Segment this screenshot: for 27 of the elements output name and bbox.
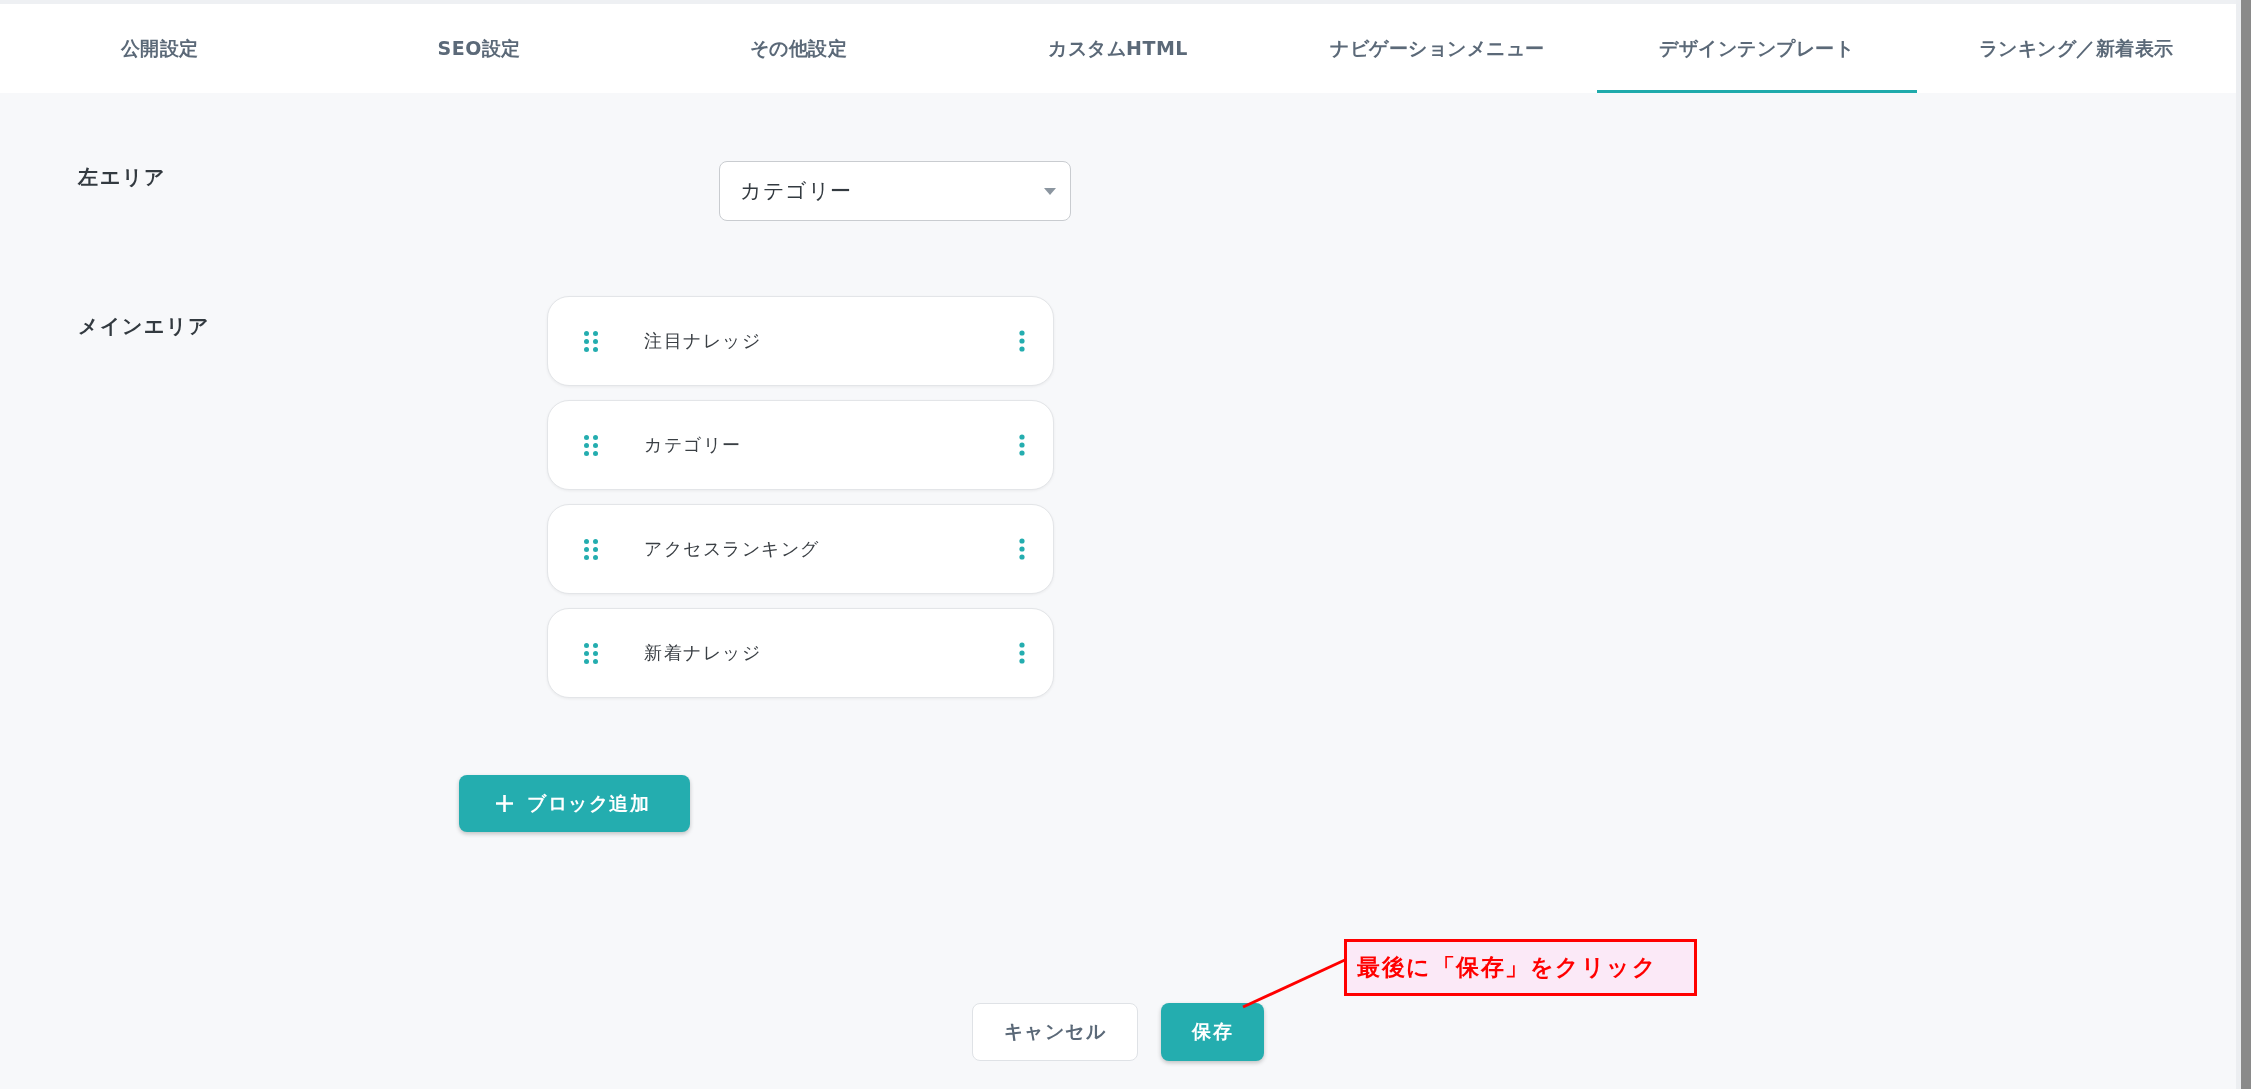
plus-icon xyxy=(496,795,513,812)
more-options-icon[interactable] xyxy=(1019,642,1025,664)
tab[interactable]: ナビゲーションメニュー xyxy=(1277,4,1598,93)
tab[interactable]: デザインテンプレート xyxy=(1597,4,1917,93)
caret-icon xyxy=(1044,187,1056,195)
more-options-icon[interactable] xyxy=(1019,330,1025,352)
field-label: メインエリア xyxy=(78,313,210,339)
tab[interactable]: SEO設定 xyxy=(319,4,639,93)
drag-handle-icon[interactable] xyxy=(584,434,598,456)
tab[interactable]: カスタムHTML xyxy=(958,4,1278,93)
callout-note: 最後に「保存」をクリック xyxy=(1344,939,1697,996)
select-field[interactable]: カテゴリー xyxy=(719,161,1071,221)
tab[interactable]: ランキング／新着表示 xyxy=(1916,4,2236,93)
block-title: アクセスランキング xyxy=(644,537,821,561)
drag-handle-icon[interactable] xyxy=(584,538,598,560)
tab[interactable]: その他設定 xyxy=(638,4,959,93)
drag-handle-icon[interactable] xyxy=(584,642,598,664)
block-title: 新着ナレッジ xyxy=(644,641,762,665)
cancel-button[interactable]: キャンセル xyxy=(972,1003,1138,1061)
more-options-icon[interactable] xyxy=(1019,434,1025,456)
block-title: 注目ナレッジ xyxy=(644,329,762,353)
tab[interactable]: 公開設定 xyxy=(0,4,320,93)
more-options-icon[interactable] xyxy=(1019,538,1025,560)
field-label: 左エリア xyxy=(78,164,166,190)
scrollbar[interactable] xyxy=(2241,0,2251,1089)
block-title: カテゴリー xyxy=(644,433,743,457)
drag-handle-icon[interactable] xyxy=(584,330,598,352)
